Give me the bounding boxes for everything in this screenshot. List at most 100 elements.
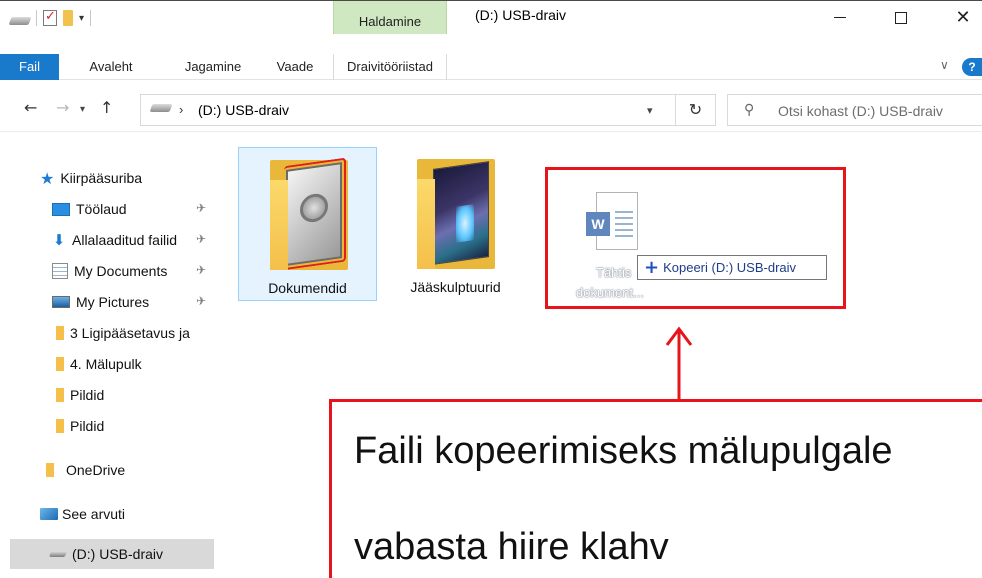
folder-icon (46, 463, 54, 477)
search-input[interactable]: ⚲ Otsi kohast (D:) USB-draiv (727, 94, 982, 126)
expand-ribbon-chevron-icon[interactable]: ∨ (940, 58, 949, 72)
sidebar-item-folder[interactable]: Pildid (0, 411, 222, 441)
maximize-icon (895, 11, 907, 24)
sidebar-item-label: Kiirpääsuriba (60, 170, 143, 186)
folder-icon (56, 326, 64, 340)
word-document-icon[interactable]: W (586, 190, 640, 252)
annotation-text-line2: vabasta hiire klahv (354, 526, 669, 568)
recent-locations-chevron-icon[interactable]: ▾ (80, 104, 85, 115)
plus-icon: + (644, 257, 660, 278)
tab-home[interactable]: Avaleht (76, 54, 146, 80)
forward-arrow-icon[interactable]: → (56, 98, 69, 117)
sidebar-item-label: (D:) USB-draiv (72, 546, 164, 562)
pictures-icon (52, 296, 70, 308)
sidebar-item-label: Töölaud (76, 201, 127, 217)
folder-item-dokumendid[interactable]: Dokumendid (238, 147, 377, 301)
sidebar-item-onedrive[interactable]: OneDrive (0, 455, 222, 485)
sidebar-item-label: Allalaaditud failid (72, 232, 178, 248)
sidebar-item-desktop[interactable]: Töölaud ✈ (0, 194, 222, 224)
minimize-button[interactable] (817, 1, 863, 34)
sidebar-item-folder[interactable]: 4. Mälupulk (0, 349, 222, 379)
folder-icon (56, 388, 64, 402)
sidebar-item-my-pictures[interactable]: My Pictures ✈ (0, 287, 222, 317)
ice-sculpture-thumbnail (433, 161, 489, 265)
minimize-icon (834, 17, 846, 18)
navigation-pane: ★ Kiirpääsuriba Töölaud ✈ ⬇ Allalaaditud… (0, 133, 222, 578)
tab-drive-tools[interactable]: Draivitööriistad (333, 54, 447, 80)
customize-toolbar-dropdown[interactable]: ▾ (79, 13, 84, 24)
pin-icon[interactable]: ✈ (196, 232, 206, 246)
sidebar-item-label: Pildid (70, 387, 105, 403)
drive-icon (8, 17, 32, 25)
close-button[interactable]: ✕ (940, 1, 982, 34)
drive-icon (48, 551, 68, 557)
folder-front (417, 179, 435, 269)
sidebar-item-label: See arvuti (62, 506, 126, 522)
new-folder-icon[interactable] (63, 10, 73, 26)
sidebar-item-downloads[interactable]: ⬇ Allalaaditud failid ✈ (0, 225, 222, 255)
breadcrumb-separator-icon[interactable]: › (179, 102, 183, 117)
search-placeholder: Otsi kohast (D:) USB-draiv (778, 103, 943, 119)
back-arrow-icon[interactable]: ← (24, 98, 37, 117)
desktop-icon (52, 202, 70, 216)
computer-icon (40, 508, 58, 520)
ribbon-tabs: Fail Avaleht Jagamine Vaade Draivitöörii… (0, 54, 982, 80)
sidebar-item-label: OneDrive (66, 462, 126, 478)
properties-icon[interactable] (43, 8, 57, 26)
sidebar-item-label: Pildid (70, 418, 105, 434)
copy-drop-tooltip: + Kopeeri (D:) USB-draiv (637, 255, 827, 280)
sidebar-item-quick-access[interactable]: ★ Kiirpääsuriba (0, 163, 222, 193)
window-title: (D:) USB-draiv (475, 7, 567, 23)
pin-icon[interactable]: ✈ (196, 294, 206, 308)
star-icon: ★ (40, 168, 55, 188)
word-logo-icon: W (586, 212, 610, 236)
sidebar-item-folder[interactable]: 3 Ligipääsetavus ja (0, 318, 222, 348)
folder-label: Dokumendid (268, 280, 347, 296)
sidebar-item-label: My Documents (74, 263, 168, 279)
folder-icon (417, 159, 495, 269)
copy-drop-tooltip-text: Kopeeri (D:) USB-draiv (663, 260, 797, 275)
sidebar-item-label: 4. Mälupulk (70, 356, 142, 372)
download-icon: ⬇ (52, 231, 66, 249)
refresh-icon: ↻ (688, 100, 703, 119)
context-tab-header-label: Haldamine (358, 14, 422, 29)
folder-front (270, 180, 288, 270)
title-bar: ▾ Haldamine (D:) USB-draiv ✕ (0, 0, 982, 34)
tab-share[interactable]: Jagamine (175, 54, 251, 80)
breadcrumb[interactable]: (D:) USB-draiv (198, 102, 289, 118)
dragged-file-label-line2: dokument... (576, 285, 644, 300)
maximize-button[interactable] (878, 1, 924, 34)
divider (36, 10, 37, 26)
context-tab-header: Haldamine (333, 1, 447, 34)
close-icon: ✕ (955, 7, 971, 28)
vault-thumbnail (284, 157, 346, 271)
annotation-arrow (665, 326, 693, 401)
navigation-bar: ← → ▾ ↑ › (D:) USB-draiv ▾ ↻ ⚲ Otsi koha… (0, 88, 982, 132)
pin-icon[interactable]: ✈ (196, 263, 206, 277)
folder-icon (56, 357, 64, 371)
quick-access-toolbar: ▾ (8, 8, 92, 27)
divider (90, 10, 92, 26)
help-icon[interactable]: ? (962, 58, 982, 76)
sidebar-item-my-documents[interactable]: My Documents ✈ (0, 256, 222, 286)
folder-icon (56, 419, 64, 433)
folder-icon (270, 157, 348, 271)
folder-item-jaaskulptuurid[interactable]: Jääskulptuurid (386, 147, 525, 301)
tab-file[interactable]: Fail (0, 54, 59, 80)
sidebar-item-folder[interactable]: Pildid (0, 380, 222, 410)
up-arrow-icon[interactable]: ↑ (100, 98, 113, 117)
documents-icon (52, 263, 68, 279)
pin-icon[interactable]: ✈ (196, 201, 206, 215)
sculpture-glow (456, 204, 474, 243)
sidebar-item-this-pc[interactable]: See arvuti (0, 499, 222, 529)
refresh-button[interactable]: ↻ (676, 94, 716, 126)
sidebar-item-label: 3 Ligipääsetavus ja (70, 325, 190, 341)
sidebar-item-label: My Pictures (76, 294, 150, 310)
annotation-text-line1: Faili kopeerimiseks mälupulgale (354, 430, 893, 472)
tab-view[interactable]: Vaade (270, 54, 320, 80)
annotation-callout: Faili kopeerimiseks mälupulgale vabasta … (329, 399, 982, 578)
address-bar[interactable]: › (D:) USB-draiv ▾ (140, 94, 676, 126)
search-icon: ⚲ (744, 102, 755, 118)
address-history-chevron-icon[interactable]: ▾ (647, 104, 653, 117)
sidebar-item-usb-drive[interactable]: (D:) USB-draiv (10, 539, 214, 569)
